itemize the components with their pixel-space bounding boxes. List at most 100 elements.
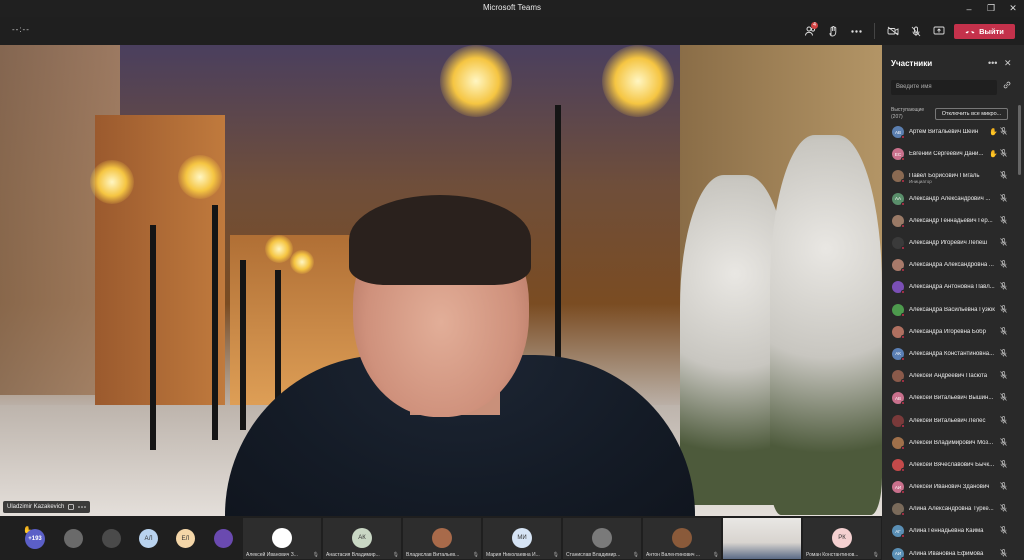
- participant-row[interactable]: Александра Игоревна Бобр: [882, 321, 1024, 343]
- participant-name: Александра Васильевна Гузюк: [909, 306, 995, 313]
- mic-muted-icon[interactable]: [1000, 415, 1007, 426]
- leave-button[interactable]: Выйти: [954, 24, 1015, 39]
- camera-off-icon[interactable]: [881, 21, 904, 41]
- participant-tile[interactable]: МИ Мария Николаевна И... 🎙: [483, 518, 561, 559]
- lamp-light: [440, 45, 512, 117]
- participant-tile[interactable]: Станислав Владимир... 🎙: [563, 518, 641, 559]
- participant-row[interactable]: Павел Борисович Пигаль Инициатор: [882, 165, 1024, 187]
- participant-row[interactable]: АГ Алина Геннадьевна Кайма: [882, 520, 1024, 542]
- mic-muted-icon[interactable]: [1000, 526, 1007, 536]
- mic-muted-icon[interactable]: [1000, 127, 1007, 137]
- avatar: [892, 458, 905, 472]
- mic-muted-icon[interactable]: [1000, 282, 1007, 292]
- tile-name: Мария Николаевна И...: [486, 552, 540, 558]
- mic-muted-icon[interactable]: [1000, 193, 1007, 204]
- participant-tile[interactable]: Владислав Витальев... 🎙: [403, 518, 481, 559]
- participant-tile[interactable]: [723, 518, 801, 559]
- avatar: АГ: [892, 525, 905, 539]
- mic-muted-icon[interactable]: [1000, 171, 1007, 181]
- participant-avatar[interactable]: [102, 529, 121, 548]
- status-dot: [901, 246, 905, 251]
- mic-muted-icon[interactable]: [1000, 149, 1007, 159]
- participant-row[interactable]: АК Александра Константиновна...: [882, 343, 1024, 365]
- more-participants-count[interactable]: +193: [25, 529, 45, 549]
- participant-tile[interactable]: Антон Валентинович ... 🎙: [643, 518, 721, 559]
- participant-row[interactable]: АИ Алексей Иванович Зданович: [882, 476, 1024, 498]
- participant-name: Артем Витальевич Шеин: [909, 129, 979, 136]
- avatar: МИ: [512, 528, 532, 548]
- minimize-button[interactable]: –: [958, 0, 980, 17]
- mic-muted-icon[interactable]: [1000, 349, 1007, 359]
- avatar-initials: АИ: [894, 551, 902, 557]
- participant-row[interactable]: АВ Артем Витальевич Шеин ✋: [882, 121, 1024, 143]
- participants-icon[interactable]: 4: [799, 21, 822, 41]
- lamp-post: [212, 205, 218, 440]
- participant-row[interactable]: Алексей Витальевич Лелес: [882, 409, 1024, 431]
- participant-avatar[interactable]: АЛ: [139, 529, 158, 548]
- share-screen-icon[interactable]: [927, 21, 950, 41]
- avatar-initials: ЕС: [894, 151, 902, 157]
- avatar-initials: РК: [838, 535, 846, 541]
- mic-muted-icon[interactable]: [1000, 215, 1007, 226]
- mic-muted-icon[interactable]: [1000, 238, 1007, 248]
- participant-strip: ✋ +193 АЛ ЕЛ Алексей Иванович З... 🎙 АК Анаст…: [0, 516, 882, 560]
- participant-row[interactable]: АВ Алексей Витальевич Вышин...: [882, 387, 1024, 409]
- participant-avatar[interactable]: [214, 529, 233, 548]
- participant-row[interactable]: АА Александр Александрович ...: [882, 188, 1024, 210]
- avatar: [892, 170, 905, 184]
- participant-row[interactable]: ЕС Евгений Сергеевич Дани... ✋: [882, 143, 1024, 165]
- participant-row[interactable]: Александр Геннадьевич Гер...: [882, 210, 1024, 232]
- mic-muted-icon[interactable]: [1000, 460, 1007, 470]
- close-icon[interactable]: ✕: [1004, 58, 1012, 69]
- mic-muted-icon[interactable]: [1000, 482, 1007, 492]
- pin-icon[interactable]: [68, 504, 75, 510]
- avatar: [892, 414, 905, 428]
- participant-row[interactable]: Алексей Андреевич Пасюта: [882, 365, 1024, 387]
- mic-muted-icon[interactable]: [1000, 393, 1007, 403]
- participant-row[interactable]: Александр Игоревич Лепеш: [882, 232, 1024, 254]
- status-dot: [901, 379, 905, 384]
- participant-row[interactable]: АИ Алина Ивановна Ефимова: [882, 543, 1024, 560]
- participant-row[interactable]: Александра Александровна ...: [882, 254, 1024, 276]
- participant-name: Алексей Иванович Зданович: [909, 484, 990, 491]
- raise-hand-icon[interactable]: [822, 21, 845, 41]
- participant-row[interactable]: Алексей Владимирович Моз...: [882, 432, 1024, 454]
- status-dot: [901, 467, 905, 472]
- more-options-icon[interactable]: [78, 506, 87, 508]
- mic-off-icon[interactable]: [904, 21, 927, 41]
- main-video[interactable]: Uladzimir Kazakevich: [0, 45, 882, 516]
- mic-muted-icon[interactable]: [1000, 260, 1007, 270]
- mic-muted-icon[interactable]: [1000, 548, 1007, 559]
- participant-row[interactable]: Александра Антоновна Павл...: [882, 276, 1024, 298]
- avatar: [892, 325, 905, 339]
- panel-more-icon[interactable]: •••: [988, 58, 997, 68]
- participant-row[interactable]: Алина Александровна Турке...: [882, 498, 1024, 520]
- participant-avatar[interactable]: [64, 529, 83, 548]
- mic-muted-icon[interactable]: [1000, 326, 1007, 337]
- share-invite-icon[interactable]: [1003, 81, 1011, 91]
- restore-button[interactable]: ❐: [980, 0, 1002, 17]
- participant-tile[interactable]: Алексей Иванович З... 🎙: [243, 518, 321, 559]
- participant-tile[interactable]: РК Роман Константинов... 🎙: [803, 518, 881, 559]
- participant-search-input[interactable]: Введите имя: [891, 80, 997, 95]
- participant-row[interactable]: Александра Васильевна Гузюк: [882, 299, 1024, 321]
- participants-badge: 4: [811, 22, 818, 29]
- participant-name: Алина Ивановна Ефимова: [909, 550, 984, 557]
- more-icon[interactable]: [845, 21, 868, 41]
- mic-muted-icon[interactable]: [1000, 437, 1007, 448]
- status-dot: [901, 135, 905, 140]
- participant-tile[interactable]: АК Анастасия Владимир... 🎙: [323, 518, 401, 559]
- participant-row[interactable]: Алексей Вячеславович Бычк...: [882, 454, 1024, 476]
- status-dot: [901, 556, 905, 560]
- participant-avatar[interactable]: ЕЛ: [176, 529, 195, 548]
- status-dot: [901, 179, 905, 184]
- participant-name: Александра Константиновна...: [909, 350, 995, 357]
- close-window-button[interactable]: ✕: [1002, 0, 1024, 17]
- participants-panel: Участники ••• ✕ Введите имя Выступающие …: [882, 45, 1024, 560]
- mic-muted-icon[interactable]: [1000, 371, 1007, 381]
- window-title: Microsoft Teams: [482, 3, 542, 12]
- mute-all-button[interactable]: Отключить все микро...: [935, 108, 1008, 120]
- mic-muted-icon[interactable]: [1000, 304, 1007, 315]
- lamp-light: [178, 155, 222, 199]
- mic-muted-icon[interactable]: [1000, 504, 1007, 514]
